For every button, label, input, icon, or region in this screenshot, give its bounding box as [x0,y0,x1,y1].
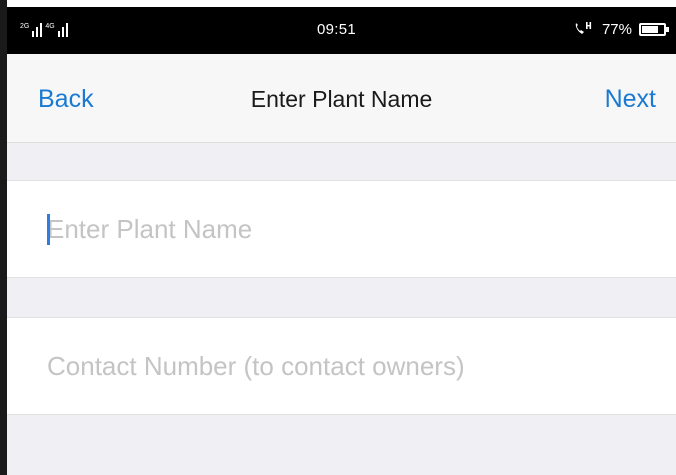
hd-call-icon [573,20,595,38]
status-time: 09:51 [317,21,357,38]
battery-icon [639,22,669,36]
battery-level [642,25,658,33]
signal-bars-icon: 2G 4G [20,19,68,37]
screen-left-edge [0,0,7,475]
next-button[interactable]: Next [605,85,656,114]
battery-percent: 77% [601,20,632,38]
plant-name-row [7,180,676,278]
screen-top-edge [0,0,676,7]
page-title: Enter Plant Name [250,86,433,112]
battery-tip [666,26,669,32]
status-bar: 2G 4G 09:51 77% [7,7,676,54]
signal-2-tag: 4G [45,23,55,30]
contact-number-row [7,317,676,415]
signal-1-tag: 2G [20,23,30,30]
text-cursor [47,214,50,245]
app-screen: 2G 4G 09:51 77% Back Enter Plant Name Ne… [0,0,676,475]
plant-name-input[interactable] [47,181,657,277]
navigation-bar: Back Enter Plant Name Next [7,54,676,143]
status-right-group: 77% [573,20,669,38]
contact-number-input[interactable] [47,318,657,414]
